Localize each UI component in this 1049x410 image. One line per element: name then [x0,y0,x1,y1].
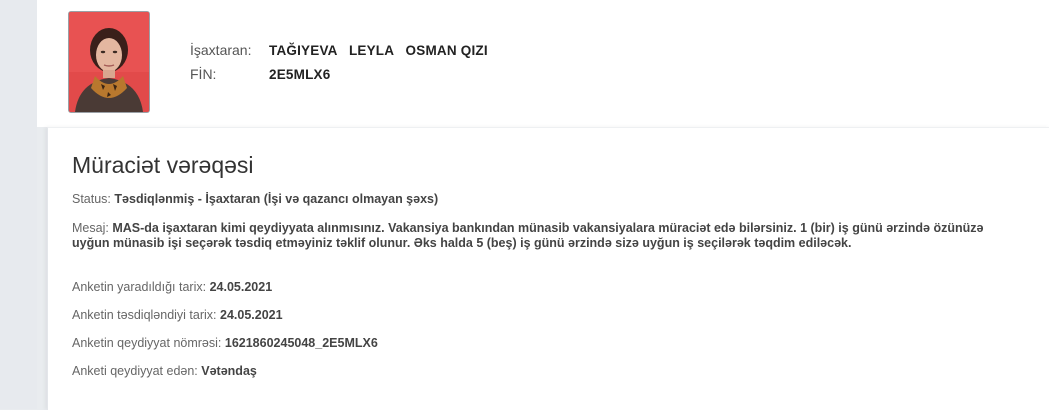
registration-number-label: Anketin qeydiyyat nömrəsi: [72,336,222,350]
applicant-photo [68,11,150,113]
registration-number-field: Anketin qeydiyyat nömrəsi: 1621860245048… [72,336,378,350]
approved-date-value: 24.05.2021 [220,308,283,322]
approved-date-field: Anketin təsdiqləndiyi tarix: 24.05.2021 [72,308,283,322]
message-label: Mesaj: [72,221,109,235]
applicant-header-panel [37,0,1049,127]
created-date-value: 24.05.2021 [209,280,273,294]
created-date-field: Anketin yaradıldığı tarix: 24.05.2021 [72,280,272,294]
approved-date-label: Anketin təsdiqləndiyi tarix: [72,308,217,322]
applicant-fin-value: 2E5MLX6 [269,67,331,82]
message-field: Mesaj: MAS-da işaxtaran kimi qeydiyyata … [72,221,1002,251]
applicant-info: İşaxtaran: TAĞIYEVA LEYLA OSMAN QIZI FİN… [190,42,488,90]
status-label: Status: [72,192,111,206]
applicant-name-label: İşaxtaran: [190,42,252,58]
card-title: Müraciət vərəqəsi [72,152,254,178]
left-sidebar-strip [0,0,37,409]
status-value: Təsdiqlənmiş - İşaxtaran (İşi və qazancı… [114,192,439,206]
applicant-fin-label: FİN: [190,66,217,82]
message-value: MAS-da işaxtaran kimi qeydiyyata alınmıs… [72,221,984,250]
applicant-name-row: İşaxtaran: TAĞIYEVA LEYLA OSMAN QIZI [190,42,488,66]
created-date-label: Anketin yaradıldığı tarix: [72,280,207,294]
status-field: Status: Təsdiqlənmiş - İşaxtaran (İşi və… [72,192,438,206]
applicant-name-value: TAĞIYEVA LEYLA OSMAN QIZI [269,43,488,58]
registered-by-value: Vətəndaş [201,364,257,378]
registered-by-field: Anketi qeydiyyat edən: Vətəndaş [72,364,257,378]
registered-by-label: Anketi qeydiyyat edən: [72,364,198,378]
applicant-fin-row: FİN: 2E5MLX6 [190,66,488,90]
registration-number-value: 1621860245048_2E5MLX6 [224,336,378,350]
application-card: Müraciət vərəqəsi Status: Təsdiqlənmiş -… [47,127,1049,410]
